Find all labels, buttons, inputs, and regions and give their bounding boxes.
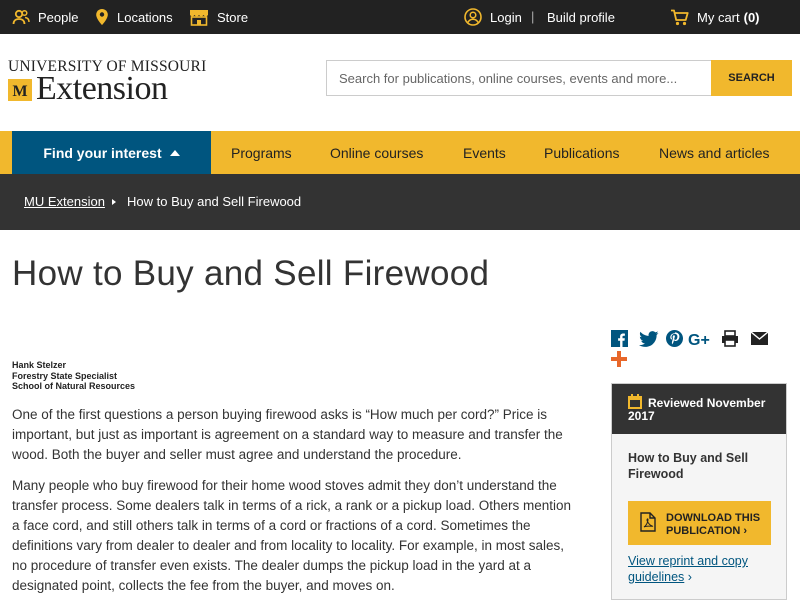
cart-icon [670, 9, 689, 26]
plus-icon [611, 350, 627, 372]
publication-card: Reviewed November 2017 How to Buy and Se… [611, 383, 787, 600]
main-nav: Find your interest Programs Online cours… [0, 131, 800, 174]
location-pin-icon [95, 8, 109, 26]
store-label: Store [217, 9, 249, 25]
cart-label: My cart [697, 9, 740, 25]
nav-events[interactable]: Events [463, 131, 506, 174]
topbar-separator: | [531, 9, 535, 24]
breadcrumb-current: How to Buy and Sell Firewood [127, 194, 302, 209]
search-input[interactable] [326, 60, 711, 96]
email-icon [750, 331, 768, 350]
twitter-icon [639, 330, 659, 352]
find-your-interest-label: Find your interest [43, 144, 162, 161]
cart-count: (0) [743, 9, 760, 25]
google-plus-icon: G+ [688, 331, 714, 352]
nav-programs[interactable]: Programs [231, 131, 292, 174]
author-block: Hank Stelzer Forestry State Specialist S… [12, 360, 135, 392]
print-icon [721, 330, 739, 352]
build-profile-label: Build profile [547, 9, 615, 25]
facebook-icon [610, 330, 628, 352]
download-label-line2: PUBLICATION › [666, 525, 748, 537]
locations-link[interactable]: Locations [95, 0, 173, 34]
breadcrumb: MU Extension How to Buy and Sell Firewoo… [0, 174, 800, 230]
build-profile-link[interactable]: Build profile [547, 0, 615, 34]
caret-up-icon [169, 149, 180, 156]
utility-bar: People Locations Store Login | Build pro… [0, 0, 800, 34]
locations-label: Locations [117, 9, 173, 25]
email-share[interactable] [750, 331, 768, 350]
store-link[interactable]: Store [189, 0, 248, 34]
pdf-icon [640, 512, 656, 537]
reviewed-label: Reviewed November [648, 396, 766, 410]
nav-publications[interactable]: Publications [544, 131, 620, 174]
publication-title: How to Buy and Sell Firewood [628, 451, 749, 481]
reprint-guidelines-link[interactable]: View reprint and copy guidelines › [628, 553, 778, 585]
site-header: UNIVERSITY OF MISSOURI M Extension SEARC… [0, 34, 800, 131]
people-label: People [38, 9, 79, 25]
people-link[interactable]: People [12, 0, 78, 34]
pinterest-share[interactable] [665, 330, 683, 352]
body-paragraph: Many people who buy firewood for their h… [12, 478, 571, 593]
page-title: How to Buy and Sell Firewood [12, 254, 490, 293]
facebook-share[interactable] [610, 330, 628, 352]
cart-link[interactable]: My cart (0) [670, 0, 760, 34]
print-button[interactable] [721, 330, 739, 352]
search-button[interactable]: SEARCH [711, 60, 792, 96]
pinterest-icon [665, 330, 683, 352]
user-circle-icon [464, 8, 482, 26]
download-label-line1: DOWNLOAD THIS [666, 512, 761, 524]
mu-logo-icon: M [8, 77, 34, 103]
download-publication-button[interactable]: DOWNLOAD THIS PUBLICATION › [628, 501, 771, 545]
login-link[interactable]: Login [464, 0, 522, 34]
more-share[interactable] [610, 350, 628, 372]
body-paragraph: One of the first questions a person buyi… [12, 407, 563, 462]
google-plus-share[interactable]: G+ [688, 332, 714, 350]
breadcrumb-home[interactable]: MU Extension [24, 194, 105, 209]
author-name: Hank Stelzer [12, 360, 67, 370]
find-your-interest-button[interactable]: Find your interest [12, 131, 211, 174]
nav-online-courses[interactable]: Online courses [330, 131, 423, 174]
logo-extension-text: Extension [36, 70, 168, 107]
breadcrumb-arrow-icon [112, 199, 116, 205]
svg-text:G+: G+ [688, 332, 710, 347]
review-header: Reviewed November 2017 [612, 384, 786, 434]
svg-text:M: M [12, 83, 27, 100]
site-logo[interactable]: UNIVERSITY OF MISSOURI M Extension [8, 58, 206, 108]
twitter-share[interactable] [638, 330, 660, 352]
store-icon [189, 9, 209, 26]
login-label: Login [490, 9, 522, 25]
people-icon [12, 8, 30, 26]
author-school: School of Natural Resources [12, 381, 136, 391]
author-role: Forestry State Specialist [12, 370, 118, 381]
chevron-right-icon: › [687, 570, 692, 584]
nav-news-articles[interactable]: News and articles [659, 131, 770, 174]
reviewed-year: 2017 [628, 409, 655, 423]
